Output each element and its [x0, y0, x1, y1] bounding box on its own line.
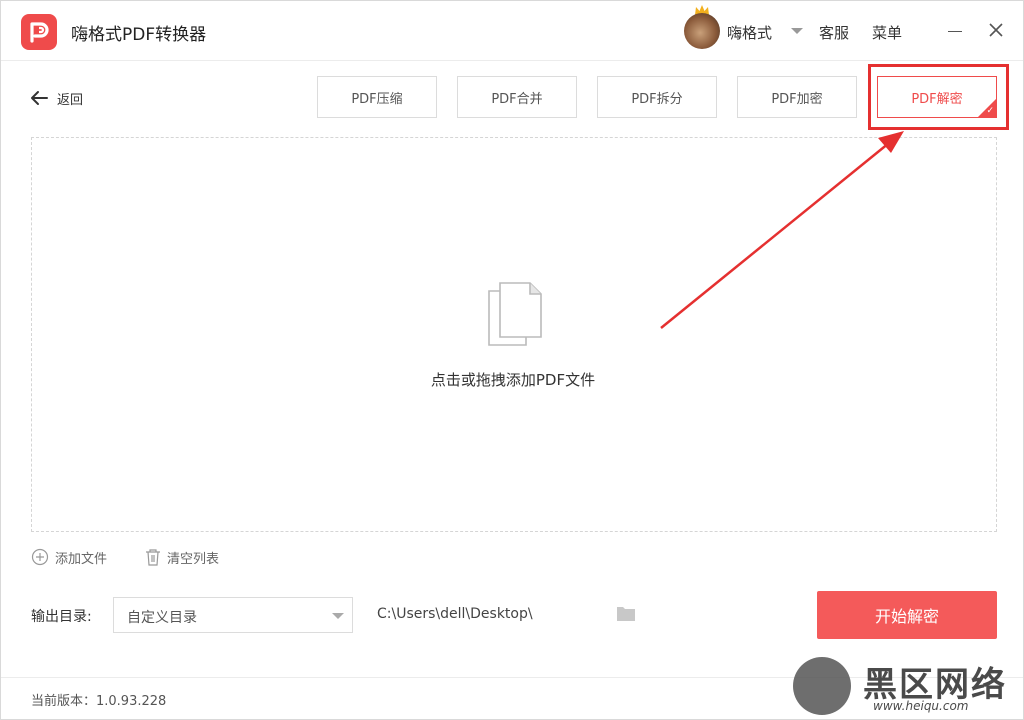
service-link[interactable]: 客服: [819, 22, 849, 43]
username[interactable]: 嗨格式: [727, 22, 772, 43]
version-label: 当前版本：1.0.93.228: [31, 694, 167, 709]
close-icon[interactable]: [987, 21, 1005, 39]
add-file-label: 添加文件: [55, 551, 108, 567]
minimize-icon[interactable]: [948, 31, 962, 32]
title-bar: 嗨格式PDF转换器 嗨格式 客服 菜单: [1, 1, 1023, 61]
output-dir-select[interactable]: 自定义目录: [113, 597, 353, 633]
tab-pdf-encrypt[interactable]: PDF加密: [737, 76, 857, 118]
add-circle-icon: [31, 548, 49, 566]
watermark-logo-icon: [793, 657, 851, 715]
tab-label: PDF压缩: [351, 91, 403, 107]
chevron-down-icon: [332, 613, 344, 619]
back-button[interactable]: 返回: [29, 87, 83, 109]
back-arrow-icon: [31, 91, 48, 105]
folder-icon[interactable]: [616, 605, 636, 622]
output-path: C:\Users\dell\Desktop\: [377, 606, 533, 622]
output-dir-select-value: 自定义目录: [127, 610, 197, 626]
chevron-down-icon[interactable]: [791, 28, 803, 34]
back-label: 返回: [57, 92, 84, 108]
avatar[interactable]: [684, 13, 720, 49]
tab-pdf-merge[interactable]: PDF合并: [457, 76, 577, 118]
output-dir-label: 输出目录:: [31, 609, 92, 625]
watermark: 黑区网络 www.heiqu.com: [789, 651, 1021, 719]
tab-label: PDF加密: [771, 91, 823, 107]
trash-icon: [146, 549, 160, 566]
tab-label: PDF合并: [491, 91, 543, 107]
clear-list-label: 清空列表: [167, 551, 220, 567]
annotation-highlight-box: [868, 64, 1009, 130]
watermark-url: www.heiqu.com: [873, 699, 969, 713]
document-icon: [488, 282, 542, 346]
tab-pdf-compress[interactable]: PDF压缩: [317, 76, 437, 118]
app-title: 嗨格式PDF转换器: [71, 25, 207, 45]
app-logo-icon: [21, 14, 57, 50]
tab-label: PDF拆分: [631, 91, 683, 107]
tab-pdf-split[interactable]: PDF拆分: [597, 76, 717, 118]
drop-zone-prompt[interactable]: 点击或拖拽添加PDF文件: [1, 369, 1024, 390]
menu-link[interactable]: 菜单: [872, 22, 902, 43]
add-file-button[interactable]: 添加文件: [31, 547, 107, 567]
clear-list-button[interactable]: 清空列表: [145, 547, 219, 567]
start-decrypt-button[interactable]: 开始解密: [817, 591, 997, 639]
app-window: 嗨格式PDF转换器 嗨格式 客服 菜单 返回 PDF压缩 PDF合并 PDF拆分…: [0, 0, 1024, 720]
